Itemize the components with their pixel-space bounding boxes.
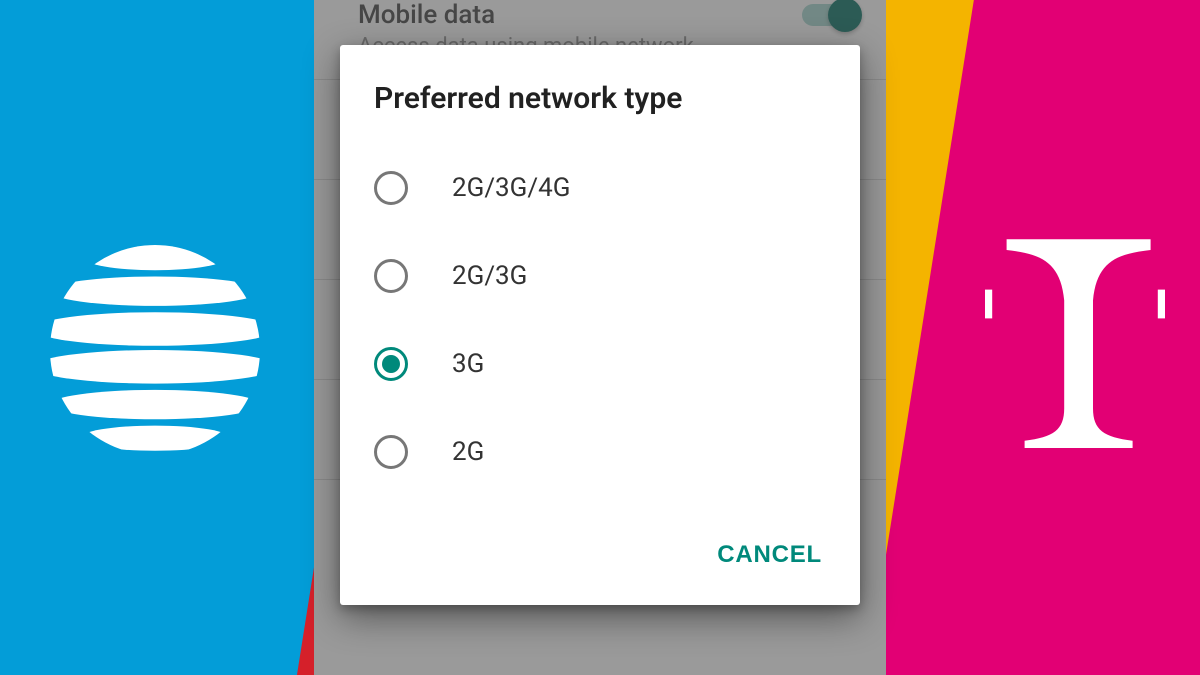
dialog-options: 2G/3G/4G 2G/3G 3G 2G	[340, 140, 860, 511]
stage: Mobile data Access data using mobile net…	[0, 0, 1200, 675]
dialog-title: Preferred network type	[340, 45, 860, 140]
att-globe-icon	[50, 245, 260, 455]
option-2g[interactable]: 2G	[340, 408, 860, 496]
cancel-button[interactable]: CANCEL	[707, 529, 832, 581]
option-2g-3g-4g[interactable]: 2G/3G/4G	[340, 144, 860, 232]
dialog-actions: CANCEL	[340, 511, 860, 605]
option-label: 2G/3G	[452, 261, 527, 291]
option-label: 2G/3G/4G	[452, 173, 570, 203]
option-2g-3g[interactable]: 2G/3G	[340, 232, 860, 320]
radio-icon	[374, 259, 408, 293]
preferred-network-dialog: Preferred network type 2G/3G/4G 2G/3G 3G…	[340, 45, 860, 605]
radio-icon-checked	[374, 347, 408, 381]
radio-icon	[374, 435, 408, 469]
radio-icon	[374, 171, 408, 205]
tmobile-t-icon	[985, 230, 1165, 450]
option-3g[interactable]: 3G	[340, 320, 860, 408]
option-label: 2G	[452, 437, 484, 467]
option-label: 3G	[452, 349, 484, 379]
